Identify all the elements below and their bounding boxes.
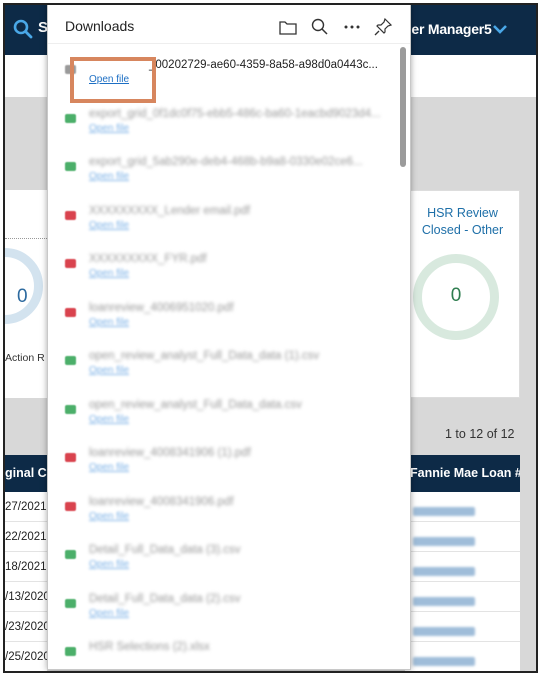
download-item[interactable]: open_review_analyst_Full_Data_data (1).c… [48,338,398,387]
divider [48,43,410,44]
download-item[interactable]: XXXXXXXXX_FYR.pdf Open file [48,241,398,290]
redacted-value [413,627,475,636]
browser-frame: S der Manager5 0 Action R HSR Review Clo… [3,3,538,673]
file-icon [65,501,76,511]
chevron-down-icon[interactable] [493,23,507,35]
table-cell[interactable] [405,642,520,671]
open-file-link[interactable]: Open file [89,268,129,279]
table-cell: 22/2021 [5,522,47,552]
more-icon[interactable] [342,17,362,37]
gauge-value: 0 [450,285,462,306]
open-file-link[interactable]: Open file [89,171,129,182]
folder-icon[interactable] [278,17,298,37]
file-icon [65,356,76,365]
open-file-link[interactable]: Open file [89,559,129,570]
column-header[interactable]: Fannie Mae Loan # [405,455,520,492]
downloads-panel: Downloads _00202729-ae60-4359-8a58-a98d0… [47,5,411,671]
download-item[interactable]: loanreview_4006951020.pdf Open file [48,290,398,339]
highlight-annotation [70,57,156,103]
table-cell: /25/2020 [5,642,47,671]
download-item[interactable]: loanreview_4008341906 (1).pdf Open file [48,435,398,484]
pagination-summary: 1 to 12 of 12 [445,427,515,441]
summary-card-hsr-review-closed[interactable]: HSR Review Closed - Other 0 [405,190,520,398]
card-title: HSR Review Closed - Other [421,206,504,237]
column-header[interactable]: ginal Cl [5,455,47,492]
file-icon [65,259,76,268]
redacted-value [413,537,475,546]
download-filename: export_grid_5ab290e-deb4-468b-b9a8-0330e… [89,156,363,168]
table-cell: 18/2021 [5,552,47,582]
open-file-link[interactable]: Open file [89,317,129,328]
open-file-link[interactable]: Open file [89,608,129,619]
file-icon [65,598,76,608]
file-icon [65,113,76,123]
redacted-value [413,507,475,516]
table-cell: /23/2020 [5,612,47,642]
download-filename: loanreview_4006951020.pdf [89,301,234,314]
downloads-title: Downloads [65,18,135,34]
table-cell[interactable] [405,492,520,522]
file-icon [65,550,76,559]
search-icon[interactable] [13,19,33,39]
download-filename: Detail_Full_Data_data (3).csv [89,544,241,556]
open-file-link[interactable]: Open file [89,365,129,376]
table-cell[interactable] [405,612,520,642]
download-item[interactable]: loanreview_4008341906.pdf Open file [48,484,398,533]
file-icon [65,162,76,171]
redacted-value [413,567,475,576]
download-filename: export_grid_0f1dc0f75-ebb5-486c-ba60-1ea… [89,107,381,120]
search-icon[interactable] [310,17,330,37]
file-icon [65,210,76,220]
download-filename: open_review_analyst_Full_Data_data.csv [89,398,302,411]
download-item[interactable]: HSR Selections (2).xlsx [48,629,398,671]
table-cell[interactable] [405,522,520,552]
divider [5,238,47,239]
file-icon [65,307,76,317]
gauge-value: 0 [17,286,28,307]
grid-column-original: ginal Cl 27/2021 22/2021 18/2021 /13/202… [5,455,47,671]
open-file-link[interactable]: Open file [89,220,129,231]
download-filename: Detail_Full_Data_data (2).csv [89,592,241,605]
table-cell[interactable] [405,552,520,582]
open-file-link[interactable]: Open file [89,414,129,425]
download-item[interactable]: Detail_Full_Data_data (3).csv Open file [48,532,398,581]
file-icon [65,647,76,656]
table-cell: 27/2021 [5,492,47,522]
file-icon [65,404,76,414]
download-filename: XXXXXXXXX_FYR.pdf [89,253,207,265]
card-label: Action R [5,352,45,364]
download-item[interactable]: open_review_analyst_Full_Data_data.csv Op… [48,387,398,436]
file-icon [65,453,76,462]
table-cell: /13/2020 [5,582,47,612]
download-filename: loanreview_4008341906 (1).pdf [89,447,251,459]
open-file-link[interactable]: Open file [89,462,129,473]
download-filename: XXXXXXXXX_Lender email.pdf [89,204,251,217]
redacted-value [413,597,475,606]
download-item[interactable]: export_grid_5ab290e-deb4-468b-b9a8-0330e… [48,144,398,193]
download-filename: loanreview_4008341906.pdf [89,495,234,508]
download-filename: open_review_analyst_Full_Data_data (1).c… [89,350,320,362]
scrollbar[interactable] [400,47,406,167]
table-cell[interactable] [405,582,520,612]
download-filename: HSR Selections (2).xlsx [89,641,210,653]
redacted-value [413,657,475,666]
grid-column-fannie-mae-loan: Fannie Mae Loan # [405,455,520,671]
download-item[interactable]: Detail_Full_Data_data (2).csv Open file [48,581,398,630]
open-file-link[interactable]: Open file [89,511,129,522]
downloads-list: _00202729-ae60-4359-8a58-a98d0a0443c... O… [48,47,398,671]
user-menu-label[interactable]: der Manager5 [403,21,492,37]
summary-card-left: 0 Action R [5,190,47,398]
open-file-link[interactable]: Open file [89,123,129,134]
download-item[interactable]: XXXXXXXXX_Lender email.pdf Open file [48,193,398,242]
pin-icon[interactable] [373,17,393,37]
